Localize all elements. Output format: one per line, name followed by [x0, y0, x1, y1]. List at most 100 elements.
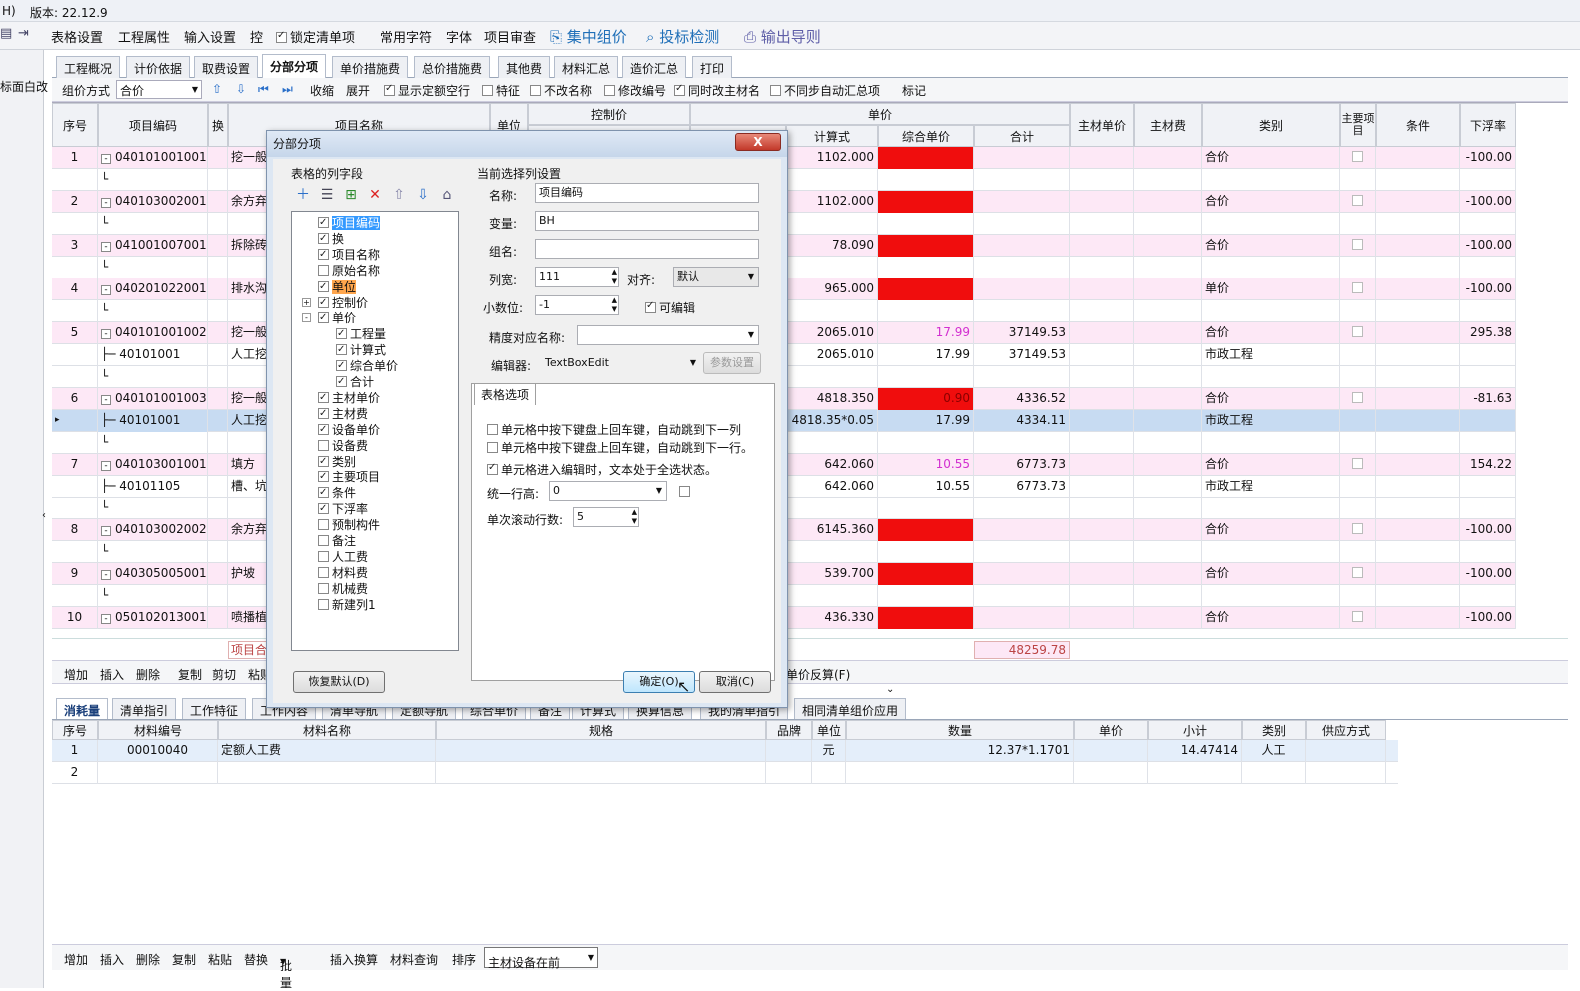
cell-main[interactable] [1340, 431, 1376, 454]
tree-item[interactable]: 综合单价 [336, 358, 398, 375]
cell-zonghe[interactable] [878, 212, 974, 235]
centralized-pricing-button[interactable]: ⎘ 集中组价 [550, 26, 627, 47]
exit-icon[interactable]: ⇥ [18, 26, 29, 41]
checkbox-icon[interactable] [318, 310, 329, 325]
cell-main[interactable] [1340, 212, 1376, 235]
cell-heji[interactable] [974, 497, 1070, 520]
cell-main[interactable] [1340, 366, 1376, 388]
tree-item[interactable]: 材料费 [318, 566, 368, 582]
mat-cell-supply[interactable] [1306, 740, 1386, 762]
cell-zcf[interactable] [1134, 168, 1202, 191]
cell-code[interactable]: ├─ 40101001 [98, 409, 208, 432]
cell-main[interactable] [1340, 256, 1376, 279]
cell-main[interactable] [1340, 278, 1376, 301]
cell-rate[interactable]: -100.00 [1460, 190, 1516, 213]
cell-cond[interactable] [1376, 278, 1460, 301]
collapse-icon[interactable]: - [101, 197, 111, 208]
header-composite-price[interactable]: 综合单价 [878, 125, 974, 147]
mat-add-button[interactable]: 增加 [64, 951, 88, 968]
cell-zcf[interactable] [1134, 147, 1202, 169]
tab-work-features[interactable]: 工作特征 [182, 698, 247, 719]
cell-zcdj[interactable] [1070, 366, 1134, 388]
cell-main[interactable] [1340, 563, 1376, 586]
cell-calc[interactable]: 539.700 [786, 563, 878, 586]
main-item-checkbox[interactable] [1352, 457, 1363, 469]
main-item-checkbox[interactable] [1352, 567, 1363, 579]
checkbox-icon[interactable] [318, 390, 329, 405]
mat-header-code[interactable]: 材料编号 [98, 720, 218, 740]
cell-calc[interactable]: 436.330 [786, 606, 878, 629]
tab-fee-settings[interactable]: 取费设置 [194, 56, 259, 78]
main-item-checkbox[interactable] [1352, 610, 1363, 622]
mat-cell-spec[interactable] [436, 762, 766, 784]
mat-cell-name[interactable] [218, 762, 436, 784]
cell-rate[interactable] [1460, 497, 1516, 520]
editor-select[interactable]: TextBoxEdit ▼ [541, 353, 699, 373]
cell-main[interactable] [1340, 606, 1376, 629]
cell-main[interactable] [1340, 409, 1376, 432]
mat-cell-price[interactable] [1074, 740, 1148, 762]
cancel-button[interactable]: 取消(C) [699, 671, 771, 693]
cell-seq[interactable] [52, 212, 98, 235]
mat-cell-name[interactable]: 定额人工费 [218, 740, 436, 762]
cell-heji[interactable] [974, 234, 1070, 257]
cell-huan[interactable] [208, 234, 228, 257]
cell-code[interactable]: └ [98, 585, 208, 607]
cell-zcf[interactable] [1134, 344, 1202, 367]
cell-seq[interactable]: ▸ [52, 409, 98, 432]
cell-seq[interactable]: 1 [52, 147, 98, 169]
checkbox-icon[interactable] [318, 501, 329, 516]
mat-header-brand[interactable]: 品牌 [766, 720, 812, 740]
header-material-fee[interactable]: 主材费 [1134, 103, 1202, 147]
export-guide-button[interactable]: ⎙ 输出导则 [744, 26, 821, 47]
cell-zcdj[interactable] [1070, 606, 1134, 629]
restore-default-button[interactable]: 恢复默认(D) [293, 671, 385, 693]
expand-button[interactable]: 展开 [346, 82, 370, 99]
cell-zcf[interactable] [1134, 541, 1202, 564]
cell-zcf[interactable] [1134, 563, 1202, 586]
cell-rate[interactable]: -81.63 [1460, 387, 1516, 410]
menu-input-settings[interactable]: 输入设置 [184, 27, 236, 46]
checkbox-icon[interactable] [336, 326, 347, 341]
cell-huan[interactable] [208, 322, 228, 345]
cell-zcf[interactable] [1134, 519, 1202, 542]
cell-type[interactable]: 单价 [1202, 278, 1340, 301]
collapse-icon[interactable]: - [101, 394, 111, 405]
cut-button[interactable]: 剪切 [212, 666, 236, 683]
tab-pricing-basis[interactable]: 计价依据 [126, 56, 191, 78]
cell-seq[interactable]: 3 [52, 234, 98, 257]
cell-main[interactable] [1340, 147, 1376, 169]
cell-calc[interactable] [786, 497, 878, 520]
cell-code[interactable]: └ [98, 168, 208, 191]
header-formula[interactable]: 计算式 [786, 125, 878, 147]
cell-main[interactable] [1340, 322, 1376, 345]
cell-zonghe[interactable] [878, 519, 974, 542]
cell-zcdj[interactable] [1070, 453, 1134, 476]
cell-zcf[interactable] [1134, 190, 1202, 213]
main-item-checkbox[interactable] [1352, 151, 1363, 162]
opt-select-all[interactable]: 单元格进入编辑时，文本处于全选状态。 [487, 461, 717, 478]
mat-cell-brand[interactable] [766, 740, 812, 762]
cell-zcdj[interactable] [1070, 190, 1134, 213]
mat-header-type[interactable]: 类别 [1242, 720, 1306, 740]
header-unit-price[interactable]: 单价 [690, 103, 1070, 125]
cell-rate[interactable] [1460, 300, 1516, 323]
cell-main[interactable] [1340, 475, 1376, 498]
checkbox-icon[interactable] [318, 598, 329, 610]
checkbox-icon[interactable] [336, 374, 347, 389]
tree-item[interactable]: - 单价 [302, 310, 356, 327]
cell-huan[interactable] [208, 431, 228, 454]
cell-huan[interactable] [208, 541, 228, 564]
cell-calc[interactable] [786, 541, 878, 564]
menu-project-props[interactable]: 工程属性 [118, 27, 170, 46]
delete-button[interactable]: 删除 [136, 666, 160, 683]
cell-main[interactable] [1340, 168, 1376, 191]
cell-heji[interactable] [974, 519, 1070, 542]
cell-zonghe[interactable] [878, 300, 974, 323]
cell-type[interactable]: 市政工程 [1202, 475, 1340, 498]
cell-calc[interactable]: 1102.000 [786, 190, 878, 213]
cell-zcdj[interactable] [1070, 168, 1134, 191]
cell-huan[interactable] [208, 147, 228, 169]
cell-heji[interactable] [974, 256, 1070, 279]
cell-seq[interactable]: 2 [52, 190, 98, 213]
